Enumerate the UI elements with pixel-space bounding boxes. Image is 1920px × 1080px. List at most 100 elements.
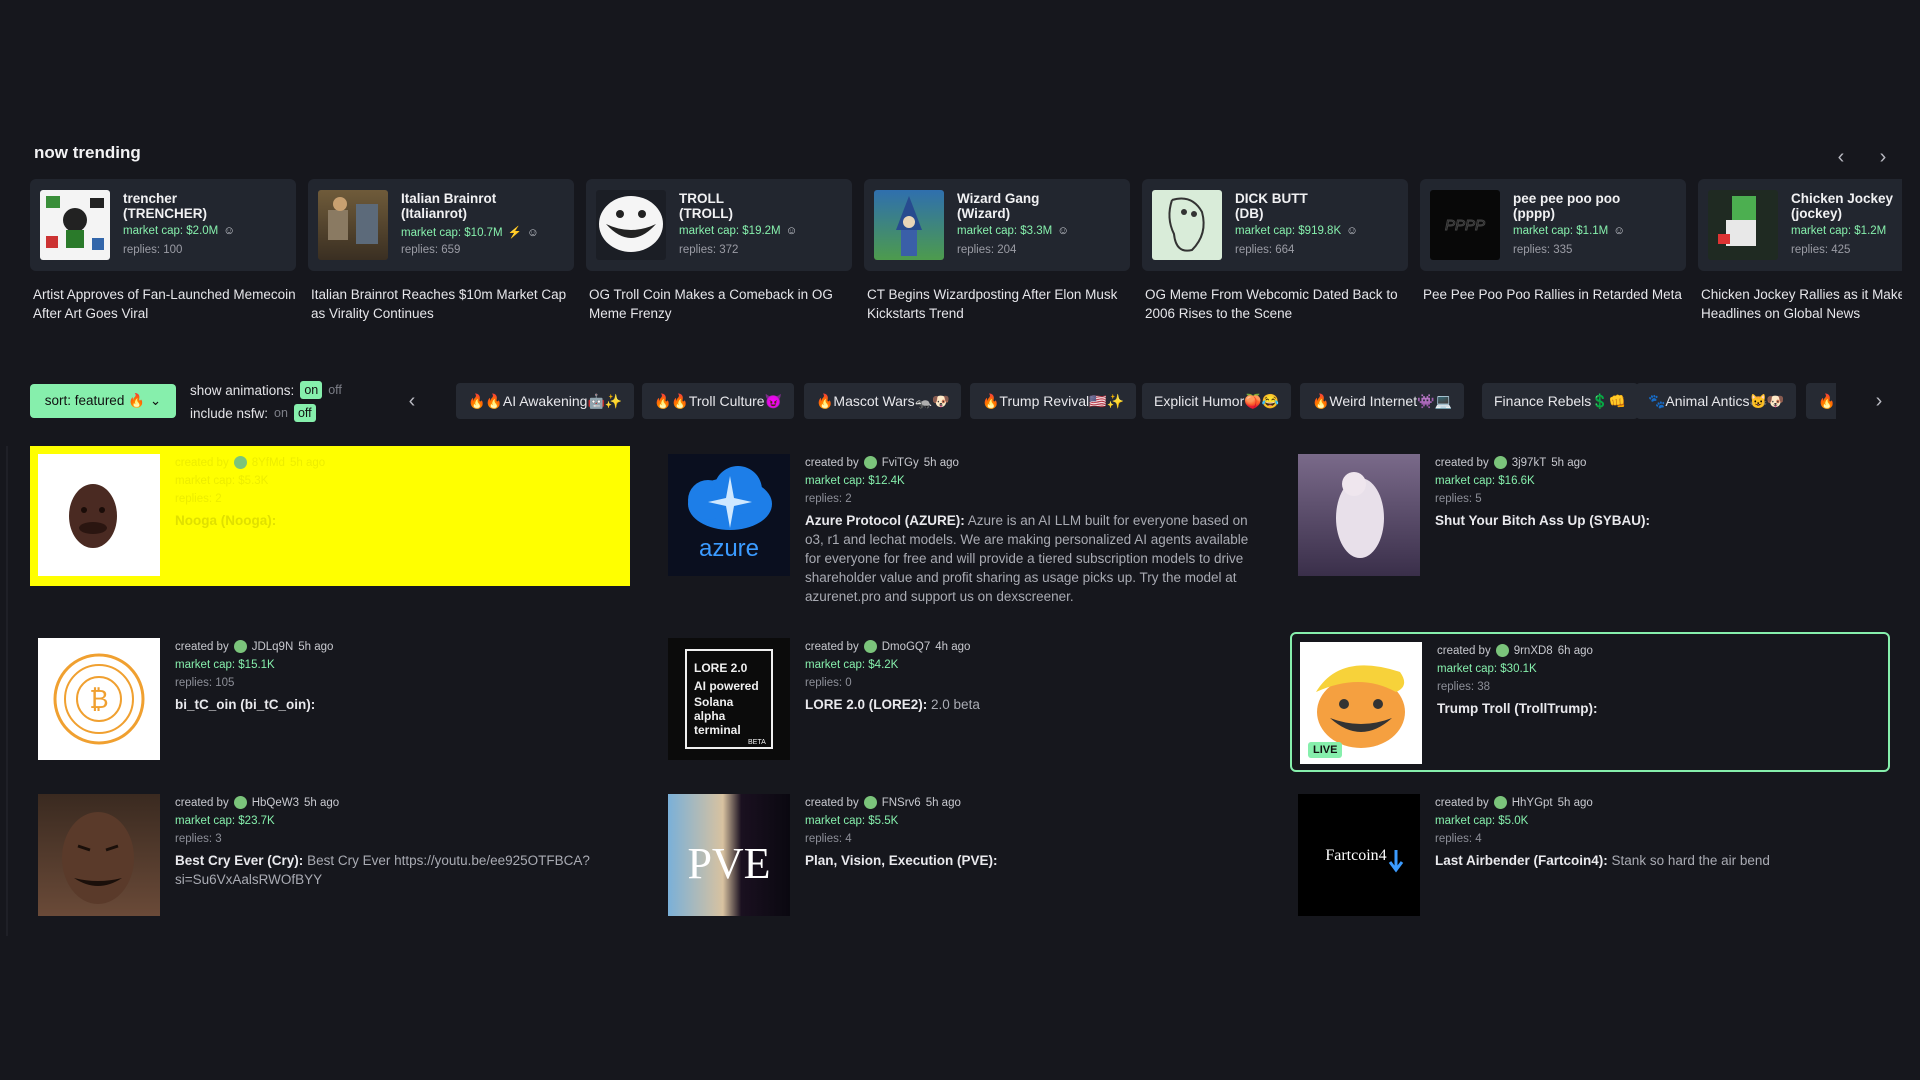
market-cap: market cap: $19.2M xyxy=(679,225,781,237)
lore-line: AI powered xyxy=(694,679,759,693)
market-cap: market cap: $4.2K xyxy=(805,659,899,671)
coin-thumbnail xyxy=(1708,190,1778,260)
trending-headline[interactable]: Artist Approves of Fan-Launched Memecoin… xyxy=(30,285,296,323)
category-chip[interactable]: 🔥Trump Revival🇺🇸✨ xyxy=(970,383,1137,419)
creator-name[interactable]: FNSrv6 xyxy=(882,797,921,809)
category-chip[interactable]: 🔥Weird Internet👾💻 xyxy=(1300,383,1464,419)
creator-name[interactable]: JDLq9N xyxy=(252,641,294,653)
coin-card[interactable]: created by HbQeW3 5h ago market cap: $23.7… xyxy=(30,786,630,926)
lightning-icon: ⚡ xyxy=(507,227,522,239)
lore-line: terminal xyxy=(694,723,741,737)
creator-name[interactable]: HbQeW3 xyxy=(252,797,299,809)
chevron-left-icon: ‹ xyxy=(1837,145,1845,168)
coin-card[interactable]: ₿ created by JDLq9N 5h ago market cap: $15… xyxy=(30,630,630,770)
trending-headline[interactable]: Chicken Jockey Rallies as it Makes Headl… xyxy=(1698,285,1902,323)
coin-thumbnail xyxy=(1152,190,1222,260)
svg-text:₿: ₿ xyxy=(89,684,108,714)
trending-card[interactable]: PPPP pee pee poo poo (pppp) market cap: … xyxy=(1420,179,1686,304)
trending-carousel: trencher (TRENCHER) market cap: $2.0M ☺ r… xyxy=(30,179,1902,329)
creator-name[interactable]: 3j97kT xyxy=(1512,457,1547,469)
category-chip[interactable]: 🔥 xyxy=(1806,383,1836,419)
carousel-next-button[interactable]: › xyxy=(1868,142,1898,172)
chips-next-button[interactable]: › xyxy=(1864,386,1894,416)
created-by-label: created by xyxy=(175,640,229,653)
creator-name[interactable]: DmoGQ7 xyxy=(882,641,931,653)
market-cap: market cap: $2.0M xyxy=(123,225,219,237)
coin-icon: ☺ xyxy=(1057,225,1069,237)
trending-card[interactable]: DICK BUTT (DB) market cap: $919.8K ☺ repl… xyxy=(1142,179,1408,323)
coin-card[interactable]: Fartcoin4 created by HhYGpt 5h ago market … xyxy=(1290,786,1890,926)
avatar xyxy=(863,640,877,653)
animations-toggle-row: show animations: on off xyxy=(190,381,342,399)
coin-card-live[interactable]: LIVE created by 9rnXD8 6h ago market cap: … xyxy=(1290,632,1890,772)
coin-icon: ☺ xyxy=(785,225,798,237)
coin-thumbnail: PPPP xyxy=(1430,190,1500,260)
trending-card[interactable]: Wizard Gang (Wizard) market cap: $3.3M ☺ … xyxy=(864,179,1130,323)
nsfw-on-toggle[interactable]: on xyxy=(274,406,288,420)
coin-title: Last Airbender (Fartcoin4): xyxy=(1435,853,1608,868)
coin-title: Best Cry Ever (Cry): xyxy=(175,853,304,868)
market-cap: market cap: $919.8K xyxy=(1235,225,1342,237)
coin-card[interactable]: created by 3j97kT 5h ago market cap: $16.6… xyxy=(1290,446,1890,586)
category-chip[interactable]: 🔥🔥Troll Culture😈 xyxy=(642,383,795,419)
market-cap: market cap: $10.7M xyxy=(401,227,503,239)
market-cap: market cap: $1.2M xyxy=(1791,225,1887,237)
category-chip[interactable]: Explicit Humor🍑😂 xyxy=(1142,383,1292,419)
trending-card[interactable]: Chicken Jockey (jockey) market cap: $1.2… xyxy=(1698,179,1902,323)
created-by-label: created by xyxy=(805,640,859,653)
chevron-down-icon: ⌄ xyxy=(149,393,162,408)
coin-description: 2.0 beta xyxy=(931,697,980,712)
nsfw-toggle-row: include nsfw: on off xyxy=(190,404,316,422)
category-chips: 🔥🔥AI Awakening🤖✨ 🔥🔥Troll Culture😈 🔥Masco… xyxy=(456,383,1836,419)
created-time: 5h ago xyxy=(304,796,340,809)
trending-headline[interactable]: Pee Pee Poo Poo Rallies in Retarded Meta xyxy=(1420,285,1686,304)
created-by-label: created by xyxy=(175,796,229,809)
creator-name[interactable]: HhYGpt xyxy=(1512,797,1553,809)
created-time: 5h ago xyxy=(923,456,959,469)
created-time: 5h ago xyxy=(1551,456,1587,469)
creator-name[interactable]: FviTGy xyxy=(882,457,919,469)
coin-name: Wizard Gang (Wizard) xyxy=(957,191,1040,221)
avatar xyxy=(233,640,247,653)
replies-count: replies: 5 xyxy=(1435,493,1482,505)
sort-dropdown[interactable]: sort: featured 🔥 ⌄ xyxy=(30,384,176,418)
coin-card[interactable]: PVE created by FNSrv6 5h ago market cap: $… xyxy=(660,786,1260,926)
category-chip[interactable]: 🔥🔥AI Awakening🤖✨ xyxy=(456,383,635,419)
animations-off-toggle[interactable]: off xyxy=(328,383,342,397)
coin-title: Trump Troll (TrollTrump): xyxy=(1437,701,1598,716)
trending-headline[interactable]: OG Meme From Webcomic Dated Back to 2006… xyxy=(1142,285,1408,323)
trending-card[interactable]: trencher (TRENCHER) market cap: $2.0M ☺ r… xyxy=(30,179,296,323)
animations-on-toggle[interactable]: on xyxy=(300,381,323,399)
replies-count: replies: 3 xyxy=(175,833,222,845)
coin-card[interactable]: azure created by FviTGy 5h ago market cap:… xyxy=(660,446,1260,604)
coin-card[interactable]: LORE 2.0 AI powered Solana alpha termina… xyxy=(660,630,1260,770)
category-chip[interactable]: Finance Rebels💲👊 xyxy=(1482,383,1639,419)
coin-thumbnail xyxy=(318,190,388,260)
live-badge: LIVE xyxy=(1308,742,1343,758)
coin-thumbnail xyxy=(40,190,110,260)
trending-headline[interactable]: OG Troll Coin Makes a Comeback in OG Mem… xyxy=(586,285,852,323)
lore-line: BETA xyxy=(748,739,766,746)
coin-card[interactable]: created by 8YfMd 5h ago market cap: $5.3K … xyxy=(30,446,630,586)
trending-card[interactable]: TROLL (TROLL) market cap: $19.2M ☺ replie… xyxy=(586,179,852,323)
trending-headline[interactable]: CT Begins Wizardposting After Elon Musk … xyxy=(864,285,1130,323)
created-by-label: created by xyxy=(805,456,859,469)
category-chip[interactable]: 🔥Mascot Wars🦡🐶 xyxy=(804,383,962,419)
market-cap: market cap: $1.1M xyxy=(1513,225,1609,237)
created-time: 5h ago xyxy=(289,456,326,469)
creator-name[interactable]: 9rnXD8 xyxy=(1514,645,1553,657)
nsfw-off-toggle[interactable]: off xyxy=(293,404,316,422)
creator-name[interactable]: 8YfMd xyxy=(252,457,285,469)
replies-count: replies: 100 xyxy=(123,244,183,256)
coin-thumbnail xyxy=(874,190,944,260)
carousel-prev-button[interactable]: ‹ xyxy=(1826,142,1856,172)
avatar xyxy=(233,796,247,809)
created-time: 5h ago xyxy=(298,640,334,653)
trending-headline[interactable]: Italian Brainrot Reaches $10m Market Cap… xyxy=(308,285,574,323)
category-chip[interactable]: 🐾Animal Antics😺🐶 xyxy=(1636,383,1797,419)
chips-prev-button[interactable]: ‹ xyxy=(397,386,427,416)
section-title-now-trending: now trending xyxy=(34,143,141,162)
coin-thumbnail xyxy=(38,794,160,916)
avatar xyxy=(863,796,877,809)
trending-card[interactable]: Italian Brainrot (Italianrot) market cap… xyxy=(308,179,574,323)
